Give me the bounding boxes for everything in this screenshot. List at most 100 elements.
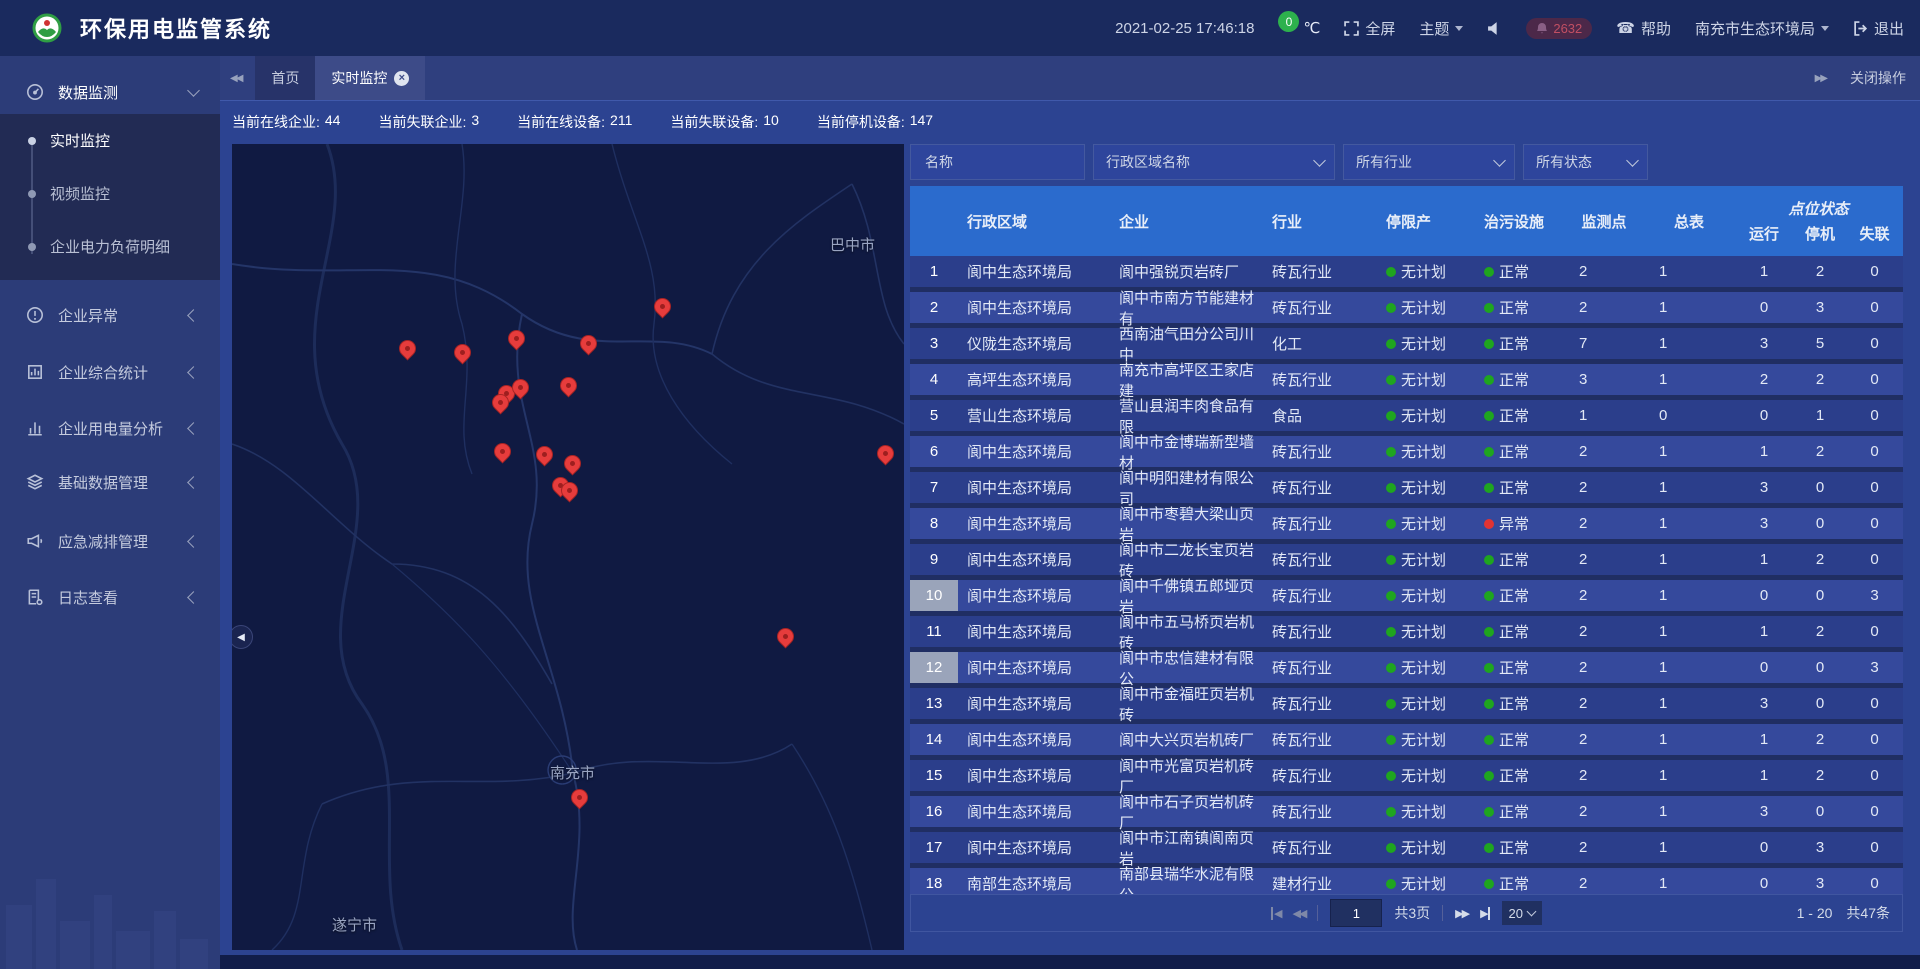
sidebar-item-video-monitor[interactable]: 视频监控 — [0, 167, 220, 220]
cell-facility: 正常 — [1468, 724, 1564, 755]
status-dot-icon — [1484, 267, 1494, 277]
table-row[interactable]: 16 阆中生态环境局 阆中市石子页岩机砖厂 砖瓦行业 无计划 正常 — [910, 796, 1903, 827]
chevron-down-icon — [1493, 154, 1506, 167]
header-actions: 2021-02-25 17:46:18 0 ℃ 全屏 主题 — [1115, 11, 1920, 45]
cell-facility: 正常 — [1468, 688, 1564, 719]
col-header-company: 企业 — [1108, 186, 1264, 256]
cell-points: 2 — [1564, 796, 1644, 827]
industry-select[interactable]: 所有行业 — [1343, 144, 1515, 180]
fullscreen-icon — [1344, 21, 1359, 36]
table-row[interactable]: 6 阆中生态环境局 阆中市金博瑞新型墙材 砖瓦行业 无计划 正常 — [910, 436, 1903, 467]
sidebar-item-log-view[interactable]: 日志查看 — [0, 575, 220, 619]
tabs-scroll-right-icon[interactable] — [1805, 73, 1836, 84]
name-search-input[interactable] — [923, 153, 1074, 171]
cell-industry: 砖瓦行业 — [1264, 256, 1376, 287]
table-row[interactable]: 11 阆中生态环境局 阆中市五马桥页岩机砖 砖瓦行业 无计划 正常 — [910, 616, 1903, 647]
sidebar-item-data-monitor[interactable]: 数据监测 — [0, 70, 220, 114]
cell-industry: 砖瓦行业 — [1264, 652, 1376, 683]
status-dot-icon — [1386, 807, 1396, 817]
sidebar-item-realtime-monitor[interactable]: 实时监控 — [0, 114, 220, 167]
cell-points: 1 — [1564, 400, 1644, 431]
logout-button[interactable]: 退出 — [1853, 18, 1904, 39]
first-page-icon[interactable] — [1271, 907, 1280, 920]
cell-company: 阆中市枣碧大梁山页岩 — [1108, 508, 1264, 539]
skyline-decoration — [0, 859, 220, 969]
table-row[interactable]: 17 阆中生态环境局 阆中市江南镇阆南页岩 砖瓦行业 无计划 正常 — [910, 832, 1903, 863]
cell-industry: 砖瓦行业 — [1264, 472, 1376, 503]
cell-stop: 0 — [1794, 652, 1846, 683]
row-number: 1 — [910, 256, 958, 287]
last-page-icon[interactable] — [1480, 907, 1489, 920]
sidebar-item-enterprise-abnormal[interactable]: 企业异常 — [0, 293, 220, 337]
sidebar-item-power-analysis[interactable]: 企业用电量分析 — [0, 406, 220, 450]
status-select[interactable]: 所有状态 — [1523, 144, 1648, 180]
chevron-down-icon — [187, 84, 200, 97]
cell-region: 阆中生态环境局 — [958, 688, 1108, 719]
table-row[interactable]: 1 阆中生态环境局 阆中强锐页岩砖厂 砖瓦行业 无计划 正常 — [910, 256, 1903, 287]
tab-home[interactable]: 首页 — [255, 56, 315, 100]
table-row[interactable]: 4 高坪生态环境局 南充市高坪区王家店建 砖瓦行业 无计划 正常 — [910, 364, 1903, 395]
next-page-icon[interactable] — [1455, 907, 1468, 920]
help-button[interactable]: ☎ 帮助 — [1616, 18, 1671, 39]
close-icon[interactable]: × — [394, 71, 409, 86]
cell-company: 阆中市南方节能建材有 — [1108, 292, 1264, 323]
theme-dropdown[interactable]: 主题 — [1419, 18, 1463, 39]
cell-stop: 2 — [1794, 436, 1846, 467]
cell-meter: 1 — [1644, 688, 1734, 719]
cell-industry: 砖瓦行业 — [1264, 436, 1376, 467]
cell-facility: 正常 — [1468, 256, 1564, 287]
row-number: 16 — [910, 796, 958, 827]
table-row[interactable]: 9 阆中生态环境局 阆中市二龙长宝页岩砖 砖瓦行业 无计划 正常 — [910, 544, 1903, 575]
table-row[interactable]: 10 阆中生态环境局 阆中千佛镇五郎垭页岩 砖瓦行业 无计划 正常 — [910, 580, 1903, 611]
status-dot-icon — [1484, 303, 1494, 313]
row-number: 2 — [910, 292, 958, 323]
fullscreen-button[interactable]: 全屏 — [1344, 18, 1395, 39]
page-size-select[interactable]: 20 — [1502, 901, 1542, 925]
sidebar-item-power-load-detail[interactable]: 企业电力负荷明细 — [0, 220, 220, 273]
table-row[interactable]: 5 营山生态环境局 营山县润丰肉食品有限 食品 无计划 正常 — [910, 400, 1903, 431]
tab-realtime-monitor[interactable]: 实时监控 × — [315, 56, 425, 100]
cell-meter: 0 — [1644, 400, 1734, 431]
sidebar-item-enterprise-stats[interactable]: 企业综合统计 — [0, 350, 220, 394]
cell-limit: 无计划 — [1376, 652, 1468, 683]
table-row[interactable]: 2 阆中生态环境局 阆中市南方节能建材有 砖瓦行业 无计划 正常 — [910, 292, 1903, 323]
table-row[interactable]: 8 阆中生态环境局 阆中市枣碧大梁山页岩 砖瓦行业 无计划 异常 — [910, 508, 1903, 539]
cell-points: 2 — [1564, 472, 1644, 503]
table-row[interactable]: 3 仪陇生态环境局 西南油气田分公司川中 化工 无计划 正常 — [910, 328, 1903, 359]
table-row[interactable]: 15 阆中生态环境局 阆中市光富页岩机砖厂 砖瓦行业 无计划 正常 — [910, 760, 1903, 791]
col-header-index — [910, 186, 958, 256]
cell-stop: 3 — [1794, 292, 1846, 323]
close-operations-button[interactable]: 关闭操作 — [1850, 68, 1906, 88]
previous-page-icon[interactable] — [1292, 907, 1305, 920]
cell-stop: 2 — [1794, 616, 1846, 647]
page-number-input[interactable] — [1330, 899, 1382, 927]
notification-badge[interactable]: 2632 — [1526, 18, 1592, 39]
sidebar-item-emergency-reduction[interactable]: 应急减排管理 — [0, 519, 220, 563]
table-row[interactable]: 18 南部生态环境局 南部县瑞华水泥有限公 建材行业 无计划 正常 — [910, 868, 1903, 894]
col-header-status-group: 点位状态 运行 停机 失联 — [1734, 186, 1903, 256]
sidebar-item-base-data[interactable]: 基础数据管理 — [0, 460, 220, 504]
status-dot-icon — [1386, 699, 1396, 709]
sidebar-submenu: 实时监控 视频监控 企业电力负荷明细 — [0, 114, 220, 280]
cell-run: 3 — [1734, 328, 1794, 359]
tabs-scroll-left-icon[interactable] — [220, 73, 251, 84]
table-row[interactable]: 13 阆中生态环境局 阆中市金福旺页岩机砖 砖瓦行业 无计划 正常 — [910, 688, 1903, 719]
temperature-widget: 0 ℃ — [1278, 11, 1320, 45]
map-panel[interactable]: 巴中市 南充市 遂宁市 ◀ — [232, 144, 904, 950]
table-row[interactable]: 7 阆中生态环境局 阆中明阳建材有限公司 砖瓦行业 无计划 正常 — [910, 472, 1903, 503]
table-row[interactable]: 14 阆中生态环境局 阆中大兴页岩机砖厂 砖瓦行业 无计划 正常 — [910, 724, 1903, 755]
mute-speaker-icon[interactable] — [1487, 21, 1502, 36]
cell-industry: 化工 — [1264, 328, 1376, 359]
record-range-label: 1 - 20 — [1797, 905, 1833, 921]
organization-dropdown[interactable]: 南充市生态环境局 — [1695, 18, 1829, 39]
total-pages-label: 共3页 — [1394, 903, 1430, 923]
name-search-field[interactable] — [910, 144, 1085, 180]
row-number: 9 — [910, 544, 958, 575]
cell-stop: 2 — [1794, 256, 1846, 287]
megaphone-icon — [26, 532, 44, 550]
cell-stop: 0 — [1794, 472, 1846, 503]
region-select[interactable]: 行政区域名称 — [1093, 144, 1335, 180]
table-row[interactable]: 12 阆中生态环境局 阆中市忠信建材有限公 砖瓦行业 无计划 正常 — [910, 652, 1903, 683]
stat-online-companies: 当前在线企业:44 — [232, 112, 340, 132]
chevron-down-icon — [1313, 154, 1326, 167]
